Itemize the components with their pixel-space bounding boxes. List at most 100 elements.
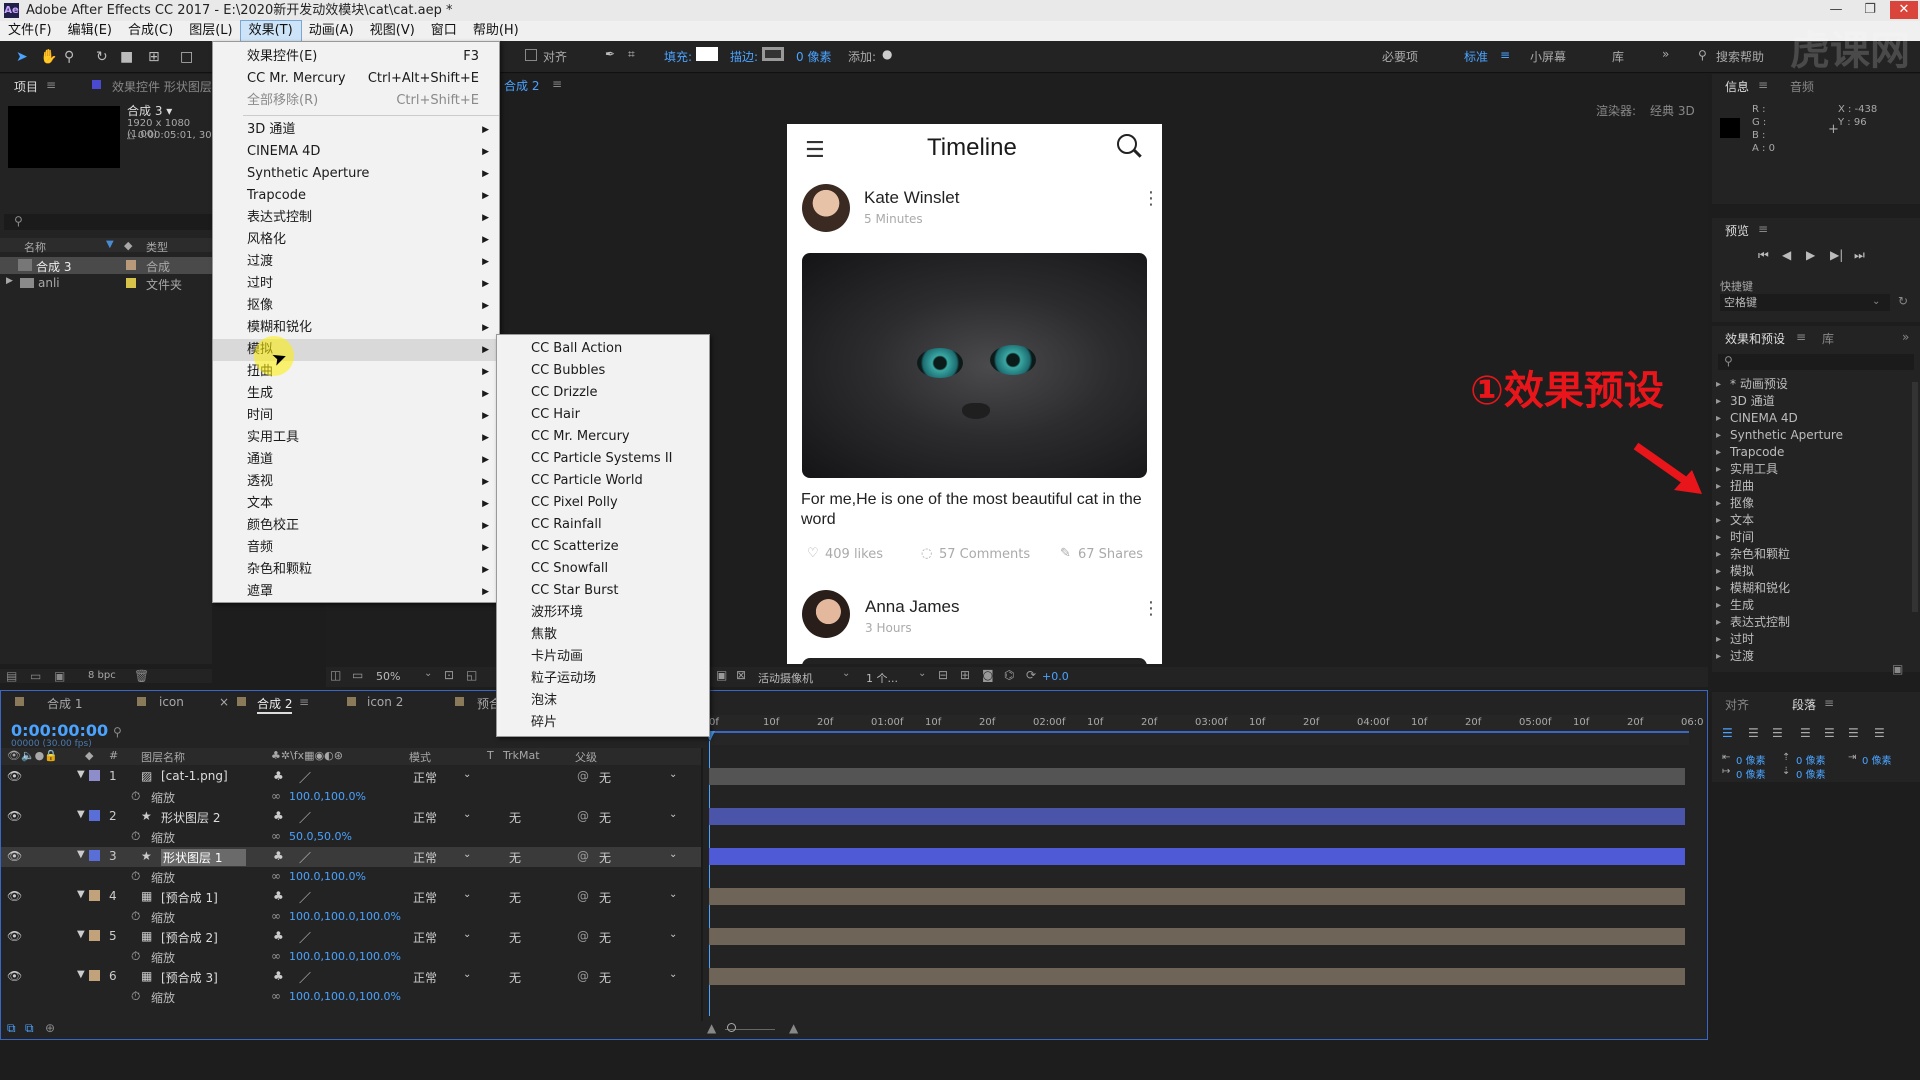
project-search-input[interactable]: ⚲ [4, 214, 212, 230]
tab-project[interactable]: 项目 [14, 78, 38, 95]
comp-panel-menu-icon[interactable]: ≡ [552, 77, 562, 91]
submenu-item[interactable]: CC Scatterize [497, 536, 709, 558]
reset-exposure-icon[interactable]: ⟳ [1026, 668, 1036, 682]
expand-arrow-icon[interactable]: ▶ [6, 276, 13, 286]
shy-switch-icon[interactable]: ♣ [273, 849, 284, 863]
property-value[interactable]: 100.0,100.0,100.0% [289, 990, 401, 1003]
layer-duration-bar[interactable] [709, 968, 1685, 985]
zoom-out-icon[interactable]: ▲ [707, 1021, 716, 1035]
layer-parent[interactable]: 无 [599, 769, 611, 786]
previous-frame-icon[interactable]: ◀ [1782, 248, 1791, 262]
justify-left-icon[interactable]: ☰ [1800, 726, 1811, 740]
visibility-eye-icon[interactable]: 👁 [7, 769, 22, 783]
col-type[interactable]: 类型 [146, 239, 168, 255]
tab-close-icon[interactable]: × [219, 695, 229, 709]
layer-row[interactable]: 👁 ▼ 6 ▦ [预合成 3] ♣ ／ 正常 ⌄ 无 @ 无 ⌄ [1, 967, 701, 987]
tab-audio[interactable]: 音频 [1790, 78, 1814, 95]
menu-item-utility[interactable]: 实用工具 ▶ [213, 427, 499, 449]
layer-row[interactable]: 👁 ▼ 4 ▦ [预合成 1] ♣ ／ 正常 ⌄ 无 @ 无 ⌄ [1, 887, 701, 907]
menu-item-obsolete[interactable]: 过时 ▶ [213, 273, 499, 295]
mask-visibility-icon[interactable]: ◱ [466, 668, 477, 682]
stroke-width[interactable]: 0 像素 [796, 48, 831, 65]
layer-mode[interactable]: 正常 [413, 889, 437, 906]
layer-duration-bar[interactable] [709, 928, 1685, 945]
shortcut-select[interactable]: 空格键 [1720, 294, 1890, 311]
pickwhip-icon[interactable]: @ [577, 809, 589, 823]
timeline-tab-icon[interactable]: icon [159, 695, 184, 709]
fx-synthetic-aperture[interactable]: Synthetic Aperture [1712, 427, 1912, 444]
layer-row[interactable]: 👁 ▼ 5 ▦ [预合成 2] ♣ ／ 正常 ⌄ 无 @ 无 ⌄ [1, 927, 701, 947]
menu-item-synthetic-aperture[interactable]: Synthetic Aperture ▶ [213, 163, 499, 185]
quality-switch-icon[interactable]: ／ [299, 769, 311, 786]
layer-mode[interactable]: 正常 [413, 809, 437, 826]
always-preview-icon[interactable]: ◫ [330, 668, 341, 682]
constrain-proportions-icon[interactable]: ∞ [271, 949, 281, 963]
camera-dropdown[interactable]: 活动摄像机 [758, 670, 813, 686]
next-frame-icon[interactable]: ▶| [1830, 248, 1843, 262]
search-help-icon[interactable]: ⚲ [1698, 48, 1707, 62]
tab-info[interactable]: 信息 [1725, 78, 1749, 95]
close-button[interactable]: ✕ [1890, 1, 1918, 19]
twirl-arrow-icon[interactable]: ▼ [77, 929, 85, 940]
constrain-proportions-icon[interactable]: ∞ [271, 789, 281, 803]
pickwhip-icon[interactable]: @ [577, 769, 589, 783]
trash-icon[interactable]: 🗑 [134, 669, 149, 683]
label-color-chip[interactable] [126, 278, 136, 288]
info-menu-icon[interactable]: ≡ [1758, 78, 1768, 92]
submenu-item[interactable]: CC Pixel Polly [497, 492, 709, 514]
menu-item-color-correction[interactable]: 颜色校正 ▶ [213, 515, 499, 537]
zoom-dropdown[interactable]: 50% [376, 670, 400, 683]
bpc-label[interactable]: 8 bpc [88, 670, 116, 681]
effects-search-input[interactable]: ⚲ [1718, 354, 1914, 370]
composition-viewer[interactable]: ☰ Timeline Kate Winslet 5 Minutes ⋮ For … [787, 124, 1162, 664]
stopwatch-icon[interactable]: ⏱ [131, 909, 140, 924]
layer-duration-bar[interactable] [709, 808, 1685, 825]
timeline-tab-comp2[interactable]: 合成 2 [257, 695, 293, 714]
fx-cinema4d[interactable]: CINEMA 4D [1712, 410, 1912, 427]
justify-all-icon[interactable]: ☰ [1874, 726, 1885, 740]
fx-3d-channel[interactable]: 3D 通道 [1712, 393, 1912, 410]
layer-row[interactable]: 👁 ▼ 2 ★ 形状图层 2 ♣ ／ 正常 ⌄ 无 @ 无 ⌄ [1, 807, 701, 827]
tab-comp2[interactable]: 合成 2 [504, 77, 539, 94]
submenu-item[interactable]: CC Bubbles [497, 360, 709, 382]
submenu-item[interactable]: CC Star Burst [497, 580, 709, 602]
layer-row[interactable]: 👁 ▼ 3 ★ 形状图层 1 ♣ ／ 正常 ⌄ 无 @ 无 ⌄ [1, 847, 701, 867]
layer-trkmat[interactable]: 无 [509, 809, 521, 826]
twirl-arrow-icon[interactable]: ▼ [77, 969, 85, 980]
effects-scrollbar[interactable] [1912, 382, 1918, 612]
fill-label[interactable]: 填充: [664, 48, 692, 65]
fx-trapcode[interactable]: Trapcode [1712, 444, 1912, 461]
time-ruler[interactable]: 0f 10f 20f 01:00f 10f 20f 02:00f 10f 20f 03:00f 10… [709, 715, 1703, 745]
menu-item-channel[interactable]: 通道 ▶ [213, 449, 499, 471]
constrain-proportions-icon[interactable]: ∞ [271, 869, 281, 883]
menu-view[interactable]: 视图(V) [362, 21, 423, 41]
fast-preview-icon[interactable]: ▣ [716, 668, 727, 682]
fx-generate[interactable]: 生成 [1712, 597, 1912, 614]
toggle-modes-icon[interactable]: ⧉ [25, 1021, 34, 1036]
layer-parent[interactable]: 无 [599, 929, 611, 946]
fx-blur-sharpen[interactable]: 模糊和锐化 [1712, 580, 1912, 597]
camera-dropdown-arrow-icon[interactable]: ⌄ [842, 668, 850, 679]
menu-item-expression-controls[interactable]: 表达式控制 ▶ [213, 207, 499, 229]
menu-item-matte[interactable]: 遮罩 ▶ [213, 581, 499, 603]
more-workspaces-icon[interactable]: » [1662, 47, 1669, 61]
menu-item-time[interactable]: 时间 ▶ [213, 405, 499, 427]
stopwatch-icon[interactable]: ⏱ [131, 869, 140, 884]
layer-label-color[interactable] [89, 850, 100, 861]
minimize-button[interactable]: — [1822, 1, 1850, 19]
timeline-search-icon[interactable]: ⚲ [113, 725, 122, 739]
fx-keying[interactable]: 抠像 [1712, 495, 1912, 512]
transparency-grid-icon[interactable]: ⊠ [736, 668, 746, 682]
indent-right-value[interactable]: 0 像素 [1862, 752, 1892, 767]
indent-left-value[interactable]: 0 像素 [1736, 752, 1766, 767]
constrain-proportions-icon[interactable]: ∞ [271, 989, 281, 1003]
layer-trkmat[interactable]: 无 [509, 929, 521, 946]
layer-name[interactable]: [预合成 3] [161, 969, 218, 986]
workspace-menu-icon[interactable]: ≡ [1500, 48, 1510, 62]
layer-name[interactable]: [cat-1.png] [161, 769, 228, 783]
toggle-pixel-aspect-icon[interactable]: ⊟ [938, 668, 948, 682]
menu-item-transition[interactable]: 过渡 ▶ [213, 251, 499, 273]
constrain-proportions-icon[interactable]: ∞ [271, 909, 281, 923]
property-value[interactable]: 100.0,100.0,100.0% [289, 910, 401, 923]
submenu-item[interactable]: CC Drizzle [497, 382, 709, 404]
